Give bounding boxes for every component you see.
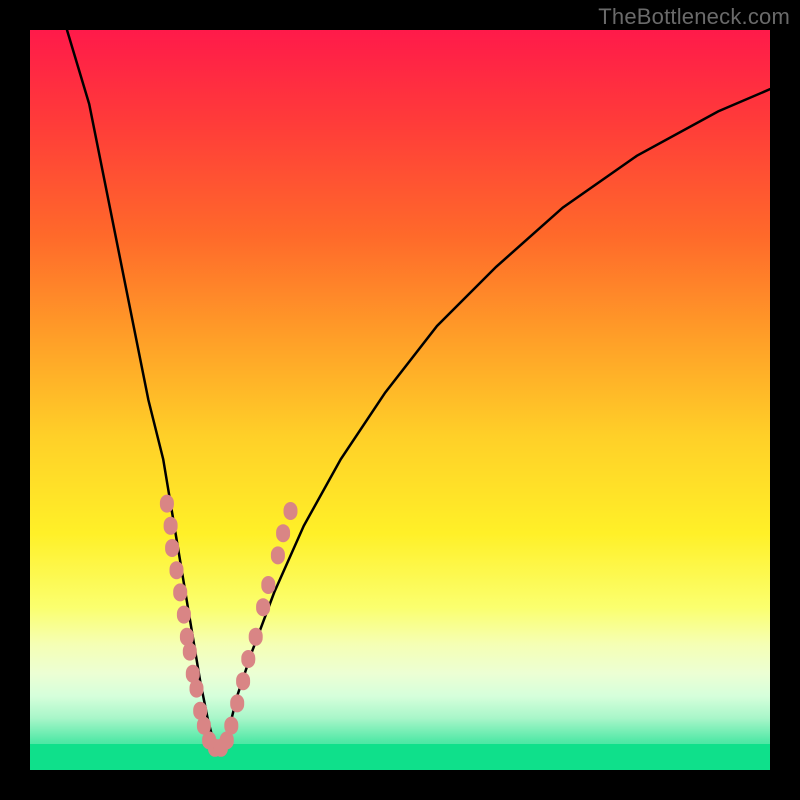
data-marker (190, 680, 204, 698)
data-marker (284, 502, 298, 520)
data-marker (241, 650, 255, 668)
chart-overlay-svg (30, 30, 770, 770)
data-marker (170, 561, 184, 579)
chart-container: TheBottleneck.com (0, 0, 800, 800)
watermark-text: TheBottleneck.com (598, 4, 790, 30)
data-marker (183, 643, 197, 661)
data-marker (164, 517, 178, 535)
data-marker (249, 628, 263, 646)
data-marker (256, 598, 270, 616)
data-marker (276, 524, 290, 542)
data-marker (271, 546, 285, 564)
bottleneck-curve (67, 30, 770, 748)
data-marker (165, 539, 179, 557)
data-marker (224, 717, 238, 735)
data-markers (160, 495, 298, 757)
data-marker (173, 583, 187, 601)
curve-path (67, 30, 770, 748)
data-marker (261, 576, 275, 594)
data-marker (236, 672, 250, 690)
plot-frame (30, 30, 770, 770)
data-marker (177, 606, 191, 624)
data-marker (160, 495, 174, 513)
data-marker (230, 694, 244, 712)
